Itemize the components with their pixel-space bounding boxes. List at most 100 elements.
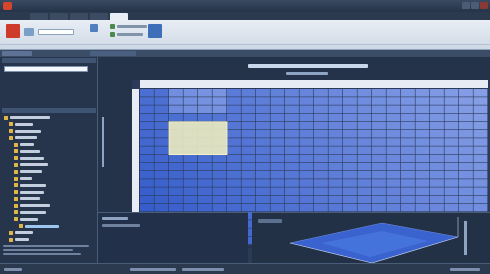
map-cell [328,105,343,113]
tree-item[interactable] [4,142,94,147]
map-cell [401,105,415,113]
map-cell [430,121,444,130]
row-axis-label [102,117,104,167]
ribbon-small-icon[interactable] [24,28,34,36]
tree-item[interactable] [4,115,94,120]
map-cell [386,187,401,195]
ribbon-button-icon[interactable] [90,24,98,32]
map-cell [169,89,183,97]
map-cell [430,154,444,163]
ribbon-tab[interactable] [50,13,68,20]
map-cell [256,203,270,212]
map-cell [357,121,372,130]
ribbon-tab[interactable] [90,13,108,20]
map-cell [227,187,241,195]
map-cell [386,105,401,113]
map-cell [227,121,241,130]
tree-item[interactable] [4,203,94,208]
ribbon [0,20,490,50]
tree-item[interactable] [4,190,94,195]
map-cell [328,97,343,105]
map-cell [256,121,270,130]
map-cell [328,203,343,212]
map-cell [343,97,357,105]
map-cell [314,195,328,204]
tree-item[interactable] [4,217,94,222]
map-cell [473,171,488,179]
tree-item-label [25,224,59,228]
map-cell [357,130,372,138]
map-cell [154,97,169,105]
tree-item-label [20,163,48,167]
map-cell [227,162,241,171]
ribbon-large-button-icon[interactable] [148,24,162,38]
map-cell [328,179,343,187]
ribbon-check-icon[interactable] [110,32,115,37]
map-cell [285,154,299,163]
ribbon-combo-box[interactable] [38,29,74,35]
map-cell [154,154,169,163]
map-cell [212,187,227,195]
tree-item[interactable] [4,169,94,174]
map-selector-field[interactable] [4,66,88,72]
map-cell [299,179,314,187]
ribbon-tab-active[interactable] [110,13,128,20]
tree-item[interactable] [4,129,94,134]
map-cell [198,97,212,105]
map-cell [227,138,241,146]
map-cell [386,113,401,122]
tree-item[interactable] [4,135,94,140]
map-cell [227,195,241,204]
map-cell [372,146,386,154]
ribbon-check-icon[interactable] [110,24,115,29]
folder-icon [14,162,18,167]
tree-item[interactable] [4,149,94,154]
map-cell [357,97,372,105]
document-tab[interactable] [2,51,32,56]
status-bar [0,263,490,274]
map-cell [212,105,227,113]
map-cell [473,187,488,195]
tree-header [2,108,96,113]
map-cell [285,113,299,122]
app-logo-icon[interactable] [3,2,12,10]
map-cell [212,195,227,204]
map-cell [140,97,154,105]
close-icon[interactable] [480,2,488,9]
surface-plot[interactable] [252,213,490,264]
tree-item[interactable] [4,196,94,201]
minimize-icon[interactable] [462,2,470,9]
tree-item[interactable] [4,237,94,242]
map-cell [343,187,357,195]
map-cell [256,97,270,105]
tree-item[interactable] [4,122,94,127]
tree-item[interactable] [4,162,94,167]
ribbon-tab[interactable] [30,13,48,20]
tree-item[interactable] [4,224,94,229]
map-cell [328,138,343,146]
map-cell [198,113,212,122]
folder-icon [9,237,13,242]
map-cell [256,146,270,154]
tree-item[interactable] [4,156,94,161]
map-cell [444,121,459,130]
tree-item[interactable] [4,183,94,188]
folder-icon [14,156,18,161]
maximize-icon[interactable] [471,2,479,9]
tree-item[interactable] [4,210,94,215]
map-cell [328,130,343,138]
map-cell [169,187,183,195]
map-cell [459,105,473,113]
map-cell [372,97,386,105]
map-cell [328,187,343,195]
map-cell [372,162,386,171]
ribbon-tab[interactable] [70,13,88,20]
ribbon-main-button-icon[interactable] [6,24,20,38]
map-cell [444,146,459,154]
tree-item[interactable] [4,176,94,181]
tree-item-label [10,116,50,119]
map-cell [183,179,198,187]
document-tab[interactable] [90,51,136,56]
tree-item[interactable] [4,230,94,235]
tree-item-label [20,190,44,194]
